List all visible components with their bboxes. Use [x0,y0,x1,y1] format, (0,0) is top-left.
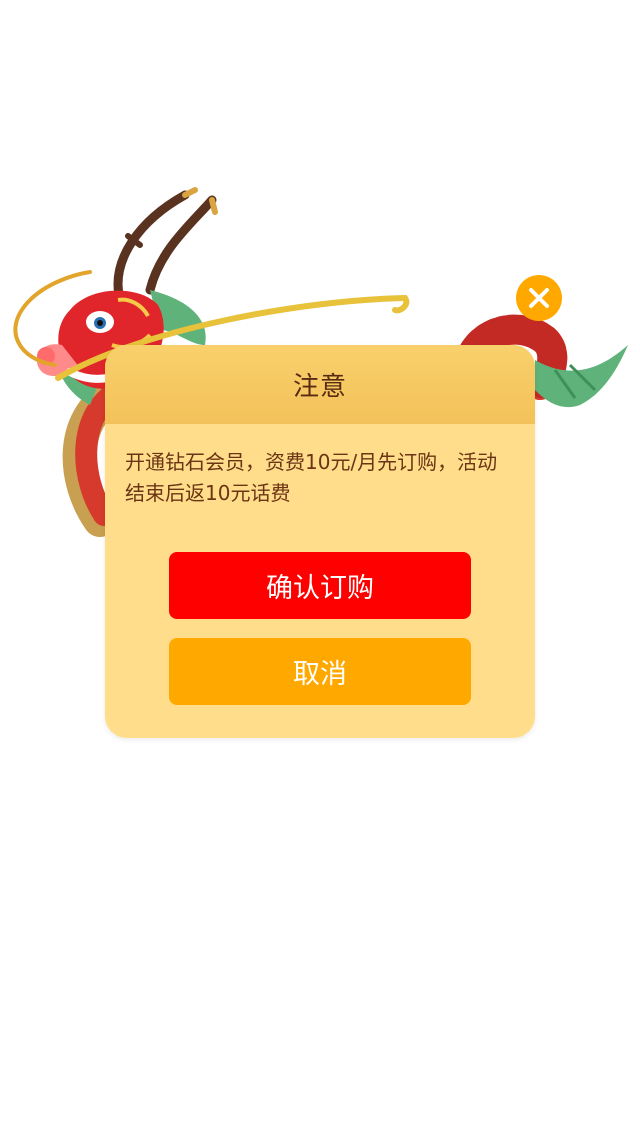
confirm-subscribe-button[interactable]: 确认订购 [169,552,471,619]
notice-dialog: 注意 开通钻石会员，资费10元/月先订购，活动结束后返10元话费 确认订购 取消 [105,345,535,738]
dialog-header: 注意 [105,345,535,424]
close-button[interactable] [516,275,562,321]
close-icon [529,288,549,308]
screen: 注意 开通钻石会员，资费10元/月先订购，活动结束后返10元话费 确认订购 取消 [0,0,640,1136]
cancel-button[interactable]: 取消 [169,638,471,705]
dialog-title: 注意 [292,371,347,402]
dialog-message: 开通钻石会员，资费10元/月先订购，活动结束后返10元话费 [125,450,498,505]
